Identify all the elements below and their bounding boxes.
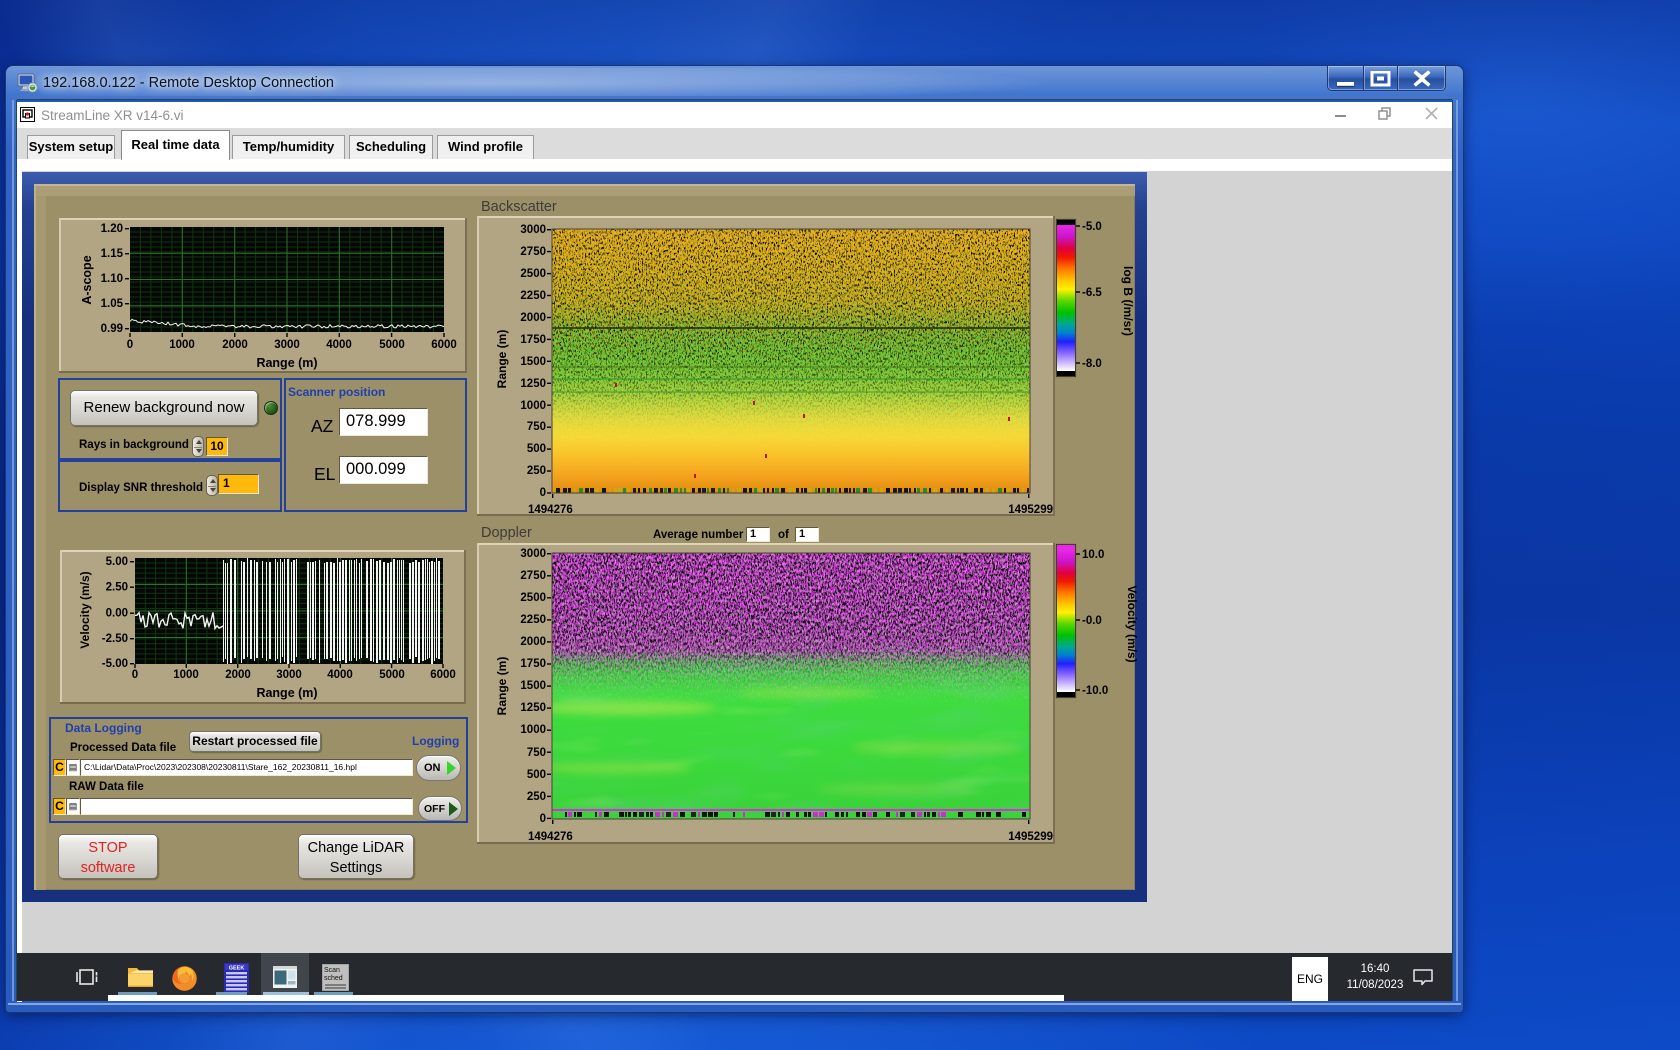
svg-text:2500: 2500 <box>520 592 546 604</box>
svg-text:6000: 6000 <box>431 339 457 351</box>
svg-text:-6.5: -6.5 <box>1082 287 1102 299</box>
svg-text:0: 0 <box>540 813 546 825</box>
svg-text:1000: 1000 <box>173 669 199 681</box>
svg-text:1494276: 1494276 <box>528 831 573 843</box>
svg-text:5000: 5000 <box>379 669 405 681</box>
svg-text:1000: 1000 <box>520 724 546 736</box>
svg-text:log B (/m/sr): log B (/m/sr) <box>1121 266 1135 336</box>
svg-text:1250: 1250 <box>520 702 546 714</box>
svg-text:2250: 2250 <box>520 290 546 302</box>
svg-text:0: 0 <box>540 487 546 499</box>
svg-text:-2.50: -2.50 <box>102 633 128 645</box>
svg-text:3000: 3000 <box>274 339 300 351</box>
svg-text:1.05: 1.05 <box>101 298 124 310</box>
svg-text:1750: 1750 <box>520 334 546 346</box>
svg-text:1500: 1500 <box>520 680 546 692</box>
svg-text:4000: 4000 <box>326 339 352 351</box>
svg-text:1250: 1250 <box>520 378 546 390</box>
svg-text:Range (m): Range (m) <box>256 686 317 700</box>
svg-text:-0.0: -0.0 <box>1082 615 1102 627</box>
svg-text:500: 500 <box>527 769 546 781</box>
svg-text:2000: 2000 <box>222 339 248 351</box>
svg-text:1000: 1000 <box>169 339 195 351</box>
svg-text:0: 0 <box>127 339 133 351</box>
svg-text:sched: sched <box>324 975 343 982</box>
svg-text:Range (m): Range (m) <box>495 657 509 716</box>
svg-text:1.15: 1.15 <box>101 248 124 260</box>
svg-text:2750: 2750 <box>520 570 546 582</box>
svg-text:2500: 2500 <box>520 268 546 280</box>
svg-text:1500: 1500 <box>520 356 546 368</box>
svg-text:4000: 4000 <box>327 669 353 681</box>
svg-text:-10.0: -10.0 <box>1082 685 1108 697</box>
svg-text:2250: 2250 <box>520 614 546 626</box>
svg-text:Velocity (m/s): Velocity (m/s) <box>78 571 92 648</box>
svg-text:6000: 6000 <box>430 669 456 681</box>
svg-text:2750: 2750 <box>520 246 546 258</box>
svg-text:2000: 2000 <box>520 636 546 648</box>
svg-text:0.99: 0.99 <box>101 323 123 335</box>
svg-text:0: 0 <box>132 669 138 681</box>
svg-text:1.20: 1.20 <box>101 223 123 235</box>
svg-text:-5.0: -5.0 <box>1082 221 1102 233</box>
svg-text:3000: 3000 <box>276 669 302 681</box>
svg-text:3000: 3000 <box>520 224 546 236</box>
svg-text:0.00: 0.00 <box>106 608 128 620</box>
svg-text:Range (m): Range (m) <box>495 330 509 389</box>
svg-text:1494276: 1494276 <box>528 504 573 516</box>
svg-text:2.50: 2.50 <box>106 582 128 594</box>
svg-text:2000: 2000 <box>520 312 546 324</box>
svg-text:GEEK: GEEK <box>229 965 245 971</box>
svg-text:1000: 1000 <box>520 400 546 412</box>
svg-text:500: 500 <box>527 443 546 455</box>
svg-text:1495299: 1495299 <box>1008 831 1053 843</box>
svg-text:Scan: Scan <box>324 967 340 974</box>
svg-text:2000: 2000 <box>225 669 251 681</box>
svg-text:5000: 5000 <box>379 339 405 351</box>
svg-text:-8.0: -8.0 <box>1082 358 1102 370</box>
svg-text:250: 250 <box>527 465 546 477</box>
svg-text:5.00: 5.00 <box>106 556 128 568</box>
svg-text:1750: 1750 <box>520 658 546 670</box>
svg-text:3000: 3000 <box>520 548 546 560</box>
svg-text:1.10: 1.10 <box>101 273 123 285</box>
svg-text:750: 750 <box>527 747 546 759</box>
svg-text:A-scope: A-scope <box>80 255 94 304</box>
svg-text:Range (m): Range (m) <box>256 356 317 370</box>
svg-text:10.0: 10.0 <box>1082 549 1104 561</box>
svg-text:1495299: 1495299 <box>1008 504 1053 516</box>
svg-text:Velocity (m/s): Velocity (m/s) <box>1125 585 1139 662</box>
svg-text:250: 250 <box>527 791 546 803</box>
svg-text:-5.00: -5.00 <box>102 658 128 670</box>
svg-text:750: 750 <box>527 421 546 433</box>
